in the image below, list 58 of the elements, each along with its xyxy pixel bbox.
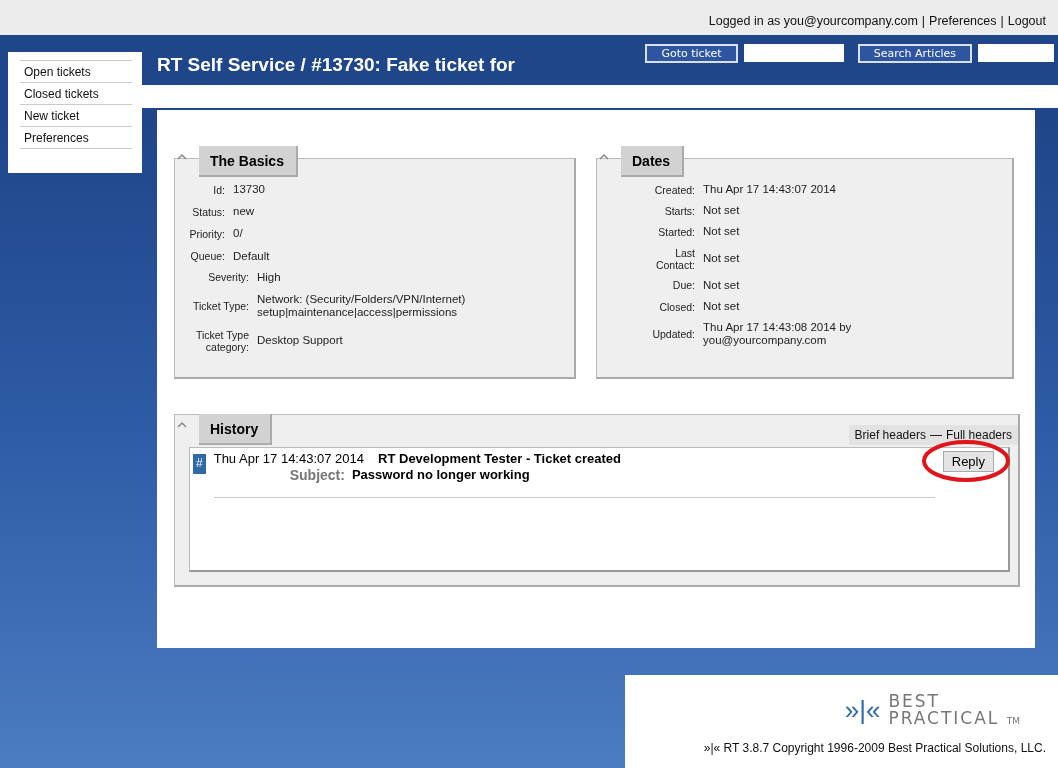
field-label: Ticket Type category: (194, 328, 249, 353)
field-label: Queue: (189, 250, 225, 263)
section-title: The Basics (199, 146, 298, 177)
logo-text: BEST (888, 693, 941, 710)
separator-text: | (921, 13, 926, 28)
field-label: Ticket Type: (191, 300, 249, 313)
field-value: Default (233, 249, 271, 263)
section-title: History (199, 414, 273, 445)
section-title: Dates (621, 146, 685, 177)
field-label: Priority: (188, 228, 225, 241)
field-value: Desktop Support (257, 334, 344, 348)
entry-date: Thu Apr 17 14:43:07 2014 (213, 451, 365, 466)
field-value: Thu Apr 17 14:43:08 2014 by you@yourcompany.com (703, 321, 853, 348)
separator-text: — (929, 428, 942, 442)
logo-mark: »|« (844, 694, 881, 726)
page-title: RT Self Service / #13730: Fake ticket for (157, 54, 515, 76)
sidebar-item[interactable]: Preferences (20, 126, 132, 149)
copyright-text: »|« RT 3.8.7 Copyright 1996-2009 Best Practical Solutions, LLC. (703, 741, 1046, 755)
search-field[interactable] (978, 44, 1054, 62)
field-value: Thu Apr 17 14:43:07 2014 (703, 183, 837, 197)
subject-label: Subject: (289, 467, 345, 483)
field-label: Status: (191, 205, 225, 218)
field-value: High (257, 270, 282, 285)
logo-text: PRACTICAL TM (888, 710, 1020, 727)
sidebar-item[interactable]: Open tickets (20, 60, 132, 82)
field-value: Not set (703, 225, 741, 239)
field-value: Not set (703, 252, 741, 266)
field-label: Id: (212, 183, 225, 196)
top-link[interactable]: Preferences (929, 13, 997, 28)
field-label: Started: (657, 226, 695, 239)
field-value: new (233, 205, 256, 219)
search-articles-button[interactable]: Search Articles (857, 43, 972, 63)
entry-description: RT Development Tester - Ticket created (378, 451, 622, 466)
field-label: Last Contact: (654, 246, 695, 271)
field-label: Updated: (651, 328, 695, 341)
ticket-number-field[interactable] (743, 44, 844, 62)
subject-value: Password no longer working (351, 467, 530, 483)
headers-link[interactable]: Brief headers (854, 428, 926, 442)
field-label: Closed: (658, 300, 695, 313)
sidebar-item[interactable]: New ticket (20, 104, 132, 126)
separator-text: | (1000, 13, 1004, 28)
top-link[interactable]: Logout (1007, 13, 1046, 28)
sidebar-item[interactable]: Closed tickets (20, 82, 132, 104)
field-label: Severity: (207, 271, 249, 284)
login-status: Logged in as you@yourcompany.com (708, 13, 918, 28)
field-value: Network: (Security/Folders/VPN/Internet) setup|maintenance|access|permissions (257, 293, 467, 320)
field-label: Starts: (663, 204, 695, 217)
field-label: Due: (671, 279, 695, 292)
field-label: Created: (653, 183, 695, 196)
transaction-marker[interactable]: # (193, 454, 206, 474)
field-value: Not set (703, 204, 741, 218)
field-value: 13730 (233, 183, 266, 197)
headers-link[interactable]: Full headers (945, 428, 1012, 442)
field-value: Not set (703, 278, 741, 292)
field-value: 0/ (233, 227, 244, 241)
field-value: Not set (703, 300, 741, 314)
reply-button[interactable]: Reply (942, 451, 994, 472)
goto-ticket-button[interactable]: Goto ticket (645, 43, 738, 63)
